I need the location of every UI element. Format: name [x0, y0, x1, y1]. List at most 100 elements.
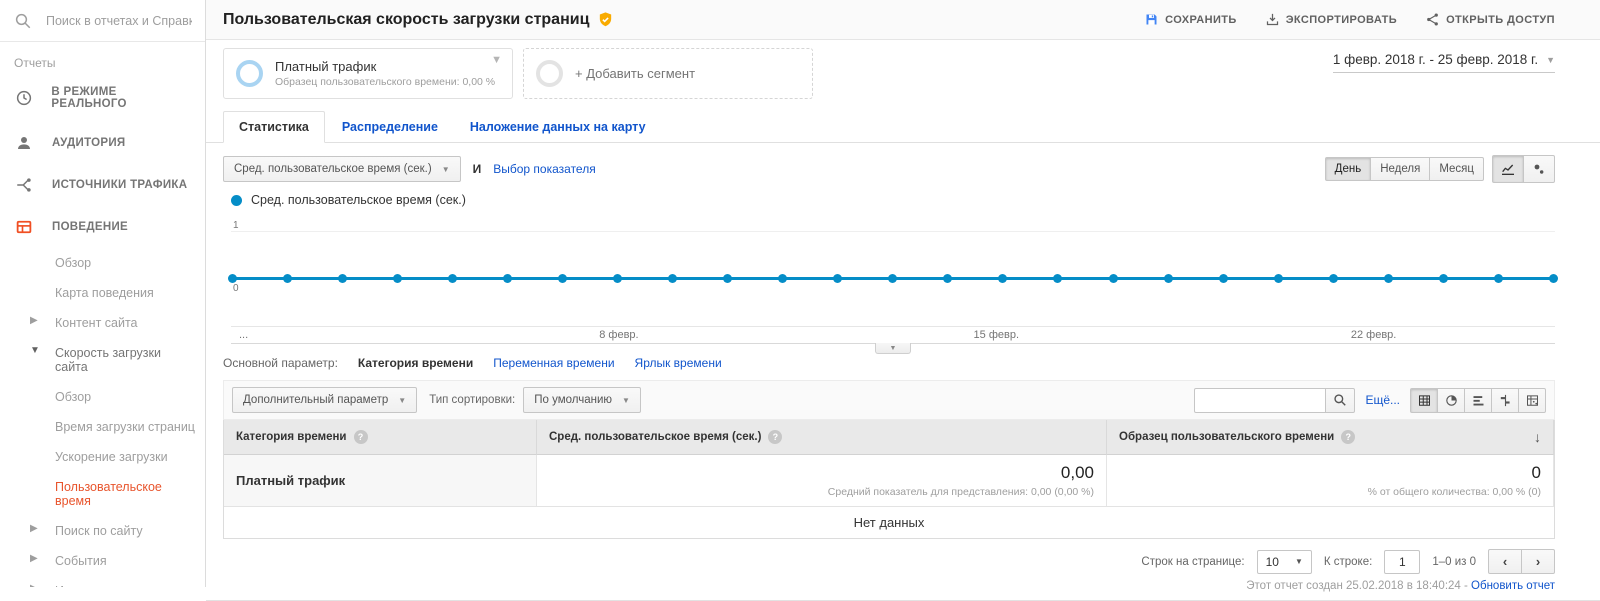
shield-badge-icon [597, 11, 614, 28]
help-icon[interactable]: ? [1341, 430, 1356, 444]
date-range-picker[interactable]: 1 февр. 2018 г. - 25 февр. 2018 г. ▼ [1332, 52, 1555, 73]
sidebar-subitem-site-content[interactable]: ▶ Контент сайта [0, 308, 205, 338]
chart-point[interactable] [1438, 274, 1448, 283]
chart-point[interactable] [613, 274, 623, 283]
sort-type-dropdown[interactable]: По умолчанию ▼ [523, 387, 641, 413]
sort-descending-icon[interactable]: ↓ [1534, 429, 1541, 445]
previous-page-button[interactable]: ‹ [1488, 549, 1522, 574]
pivot-icon [1525, 393, 1540, 408]
chart-point[interactable] [283, 274, 293, 283]
granularity-day-button[interactable]: День [1324, 157, 1372, 181]
search-icon [1333, 393, 1347, 407]
rows-per-page-select[interactable]: 10 ▼ [1256, 549, 1312, 574]
chart-point[interactable] [558, 274, 568, 283]
sidebar-subitem-site-search[interactable]: ▶ Поиск по сайту [0, 516, 205, 546]
tab-map-overlay[interactable]: Наложение данных на карту [455, 112, 661, 142]
line-chart-view-button[interactable] [1492, 155, 1524, 183]
next-page-button[interactable]: › [1521, 549, 1555, 574]
chart-point[interactable] [1108, 274, 1118, 283]
chart-point[interactable] [778, 274, 788, 283]
help-icon[interactable]: ? [768, 430, 783, 444]
select-metric-link[interactable]: Выбор показателя [493, 162, 595, 176]
export-button[interactable]: ЭКСПОРТИРОВАТЬ [1265, 12, 1397, 27]
granularity-week-button[interactable]: Неделя [1370, 157, 1431, 181]
chevron-down-icon[interactable]: ▼ [491, 54, 502, 66]
sidebar-subitem-site-speed[interactable]: ▼ Скорость загрузки сайта [0, 338, 205, 382]
tab-explorer[interactable]: Статистика [223, 111, 325, 143]
chart-point[interactable] [1328, 274, 1338, 283]
chart-point[interactable] [1053, 274, 1063, 283]
sidebar-subitem-speed-suggestions[interactable]: Ускорение загрузки [0, 442, 205, 472]
sidebar-item-acquisition[interactable]: ИСТОЧНИКИ ТРАФИКА [0, 164, 205, 206]
goto-row-input[interactable] [1384, 549, 1421, 574]
chart-point[interactable] [833, 274, 843, 283]
chart-point[interactable] [503, 274, 513, 283]
share-button[interactable]: ОТКРЫТЬ ДОСТУП [1425, 12, 1555, 27]
chevron-down-icon: ▼ [441, 164, 450, 174]
tab-distribution[interactable]: Распределение [327, 112, 453, 142]
table-view-icon [1417, 393, 1432, 408]
dimension-option-timing-category[interactable]: Категория времени [358, 356, 473, 370]
chart-point[interactable] [998, 274, 1008, 283]
save-button[interactable]: СОХРАНИТЬ [1144, 12, 1237, 27]
dimension-option-timing-variable[interactable]: Переменная времени [493, 356, 614, 370]
help-icon[interactable]: ? [353, 430, 368, 444]
sidebar-subitem-overview[interactable]: Обзор [0, 248, 205, 278]
chart-point[interactable] [723, 274, 733, 283]
column-header-dimension[interactable]: Категория времени ? [224, 420, 537, 455]
column-header-metric2[interactable]: Образец пользовательского времени ? ↓ [1107, 420, 1554, 455]
search-input[interactable] [44, 12, 194, 29]
metric-dropdown[interactable]: Сред. пользовательское время (сек.) ▼ [223, 156, 461, 182]
chevron-left-icon: ‹ [1502, 554, 1508, 569]
top-bar: Пользовательская скорость загрузки стран… [206, 0, 1600, 40]
sidebar-subitem-behavior-flow[interactable]: Карта поведения [0, 278, 205, 308]
refresh-report-link[interactable]: Обновить отчет [1471, 580, 1555, 592]
dimension-bar-label: Основной параметр: [223, 356, 338, 370]
chart-point[interactable] [393, 274, 403, 283]
sidebar-subitem-events[interactable]: ▶ События [0, 546, 205, 576]
sidebar-subitem-page-timings[interactable]: Время загрузки страниц [0, 412, 205, 442]
chart-point[interactable] [1273, 274, 1283, 283]
sort-type-label: Тип сортировки: [429, 394, 516, 406]
chart-point[interactable] [1493, 274, 1503, 283]
pivot-view-button[interactable] [1518, 387, 1546, 413]
chart-point[interactable] [668, 274, 678, 283]
table-view-button[interactable] [1410, 387, 1438, 413]
add-segment-button[interactable]: + Добавить сегмент [523, 48, 813, 99]
sidebar-item-label: В РЕЖИМЕ РЕАЛЬНОГО [51, 86, 127, 110]
sidebar-subitem-user-timings[interactable]: Пользовательское время [0, 472, 205, 516]
chart-expand-toggle[interactable]: ▼ [875, 343, 911, 354]
chart-point[interactable] [1383, 274, 1393, 283]
metric-value: 0,00 [1060, 463, 1094, 482]
chart-point[interactable] [228, 274, 237, 283]
comparison-view-button[interactable] [1491, 387, 1519, 413]
table-search-button[interactable] [1325, 387, 1356, 413]
pie-chart-icon [1444, 393, 1459, 408]
performance-view-button[interactable] [1464, 387, 1492, 413]
percentage-view-button[interactable] [1437, 387, 1465, 413]
sidebar-subitem-publishers[interactable]: ▶Издатели [0, 576, 205, 587]
table-search-input[interactable] [1194, 387, 1327, 413]
chart-point[interactable] [1218, 274, 1228, 283]
chart-point[interactable] [943, 274, 953, 283]
sidebar-item-audience[interactable]: АУДИТОРИЯ [0, 122, 205, 164]
chart-point[interactable] [888, 274, 898, 283]
advanced-filter-link[interactable]: Ещё... [1365, 393, 1400, 407]
chart-point[interactable] [1163, 274, 1173, 283]
segment-card-paid-traffic[interactable]: Платный трафик Образец пользовательского… [223, 48, 513, 99]
chart-type-group [1492, 155, 1555, 183]
chart-point[interactable] [1548, 274, 1558, 283]
sidebar-item-behavior[interactable]: ПОВЕДЕНИЕ [0, 206, 205, 248]
chart-point[interactable] [448, 274, 458, 283]
granularity-month-button[interactable]: Месяц [1429, 157, 1484, 181]
column-header-metric1[interactable]: Сред. пользовательское время (сек.) ? [537, 420, 1107, 455]
table-row-metric1: 0,00 Средний показатель для представлени… [537, 455, 1107, 506]
table-row-dimension[interactable]: Платный трафик [224, 455, 537, 506]
chart-point[interactable] [338, 274, 348, 283]
sidebar-item-realtime[interactable]: В РЕЖИМЕ РЕАЛЬНОГО [0, 74, 205, 122]
motion-chart-view-button[interactable] [1523, 155, 1555, 183]
sidebar-subitem-speed-overview[interactable]: Обзор [0, 382, 205, 412]
dimension-option-timing-label[interactable]: Ярлык времени [635, 356, 722, 370]
secondary-dimension-dropdown[interactable]: Дополнительный параметр ▼ [232, 387, 418, 413]
traffic-sources-icon [14, 176, 34, 194]
